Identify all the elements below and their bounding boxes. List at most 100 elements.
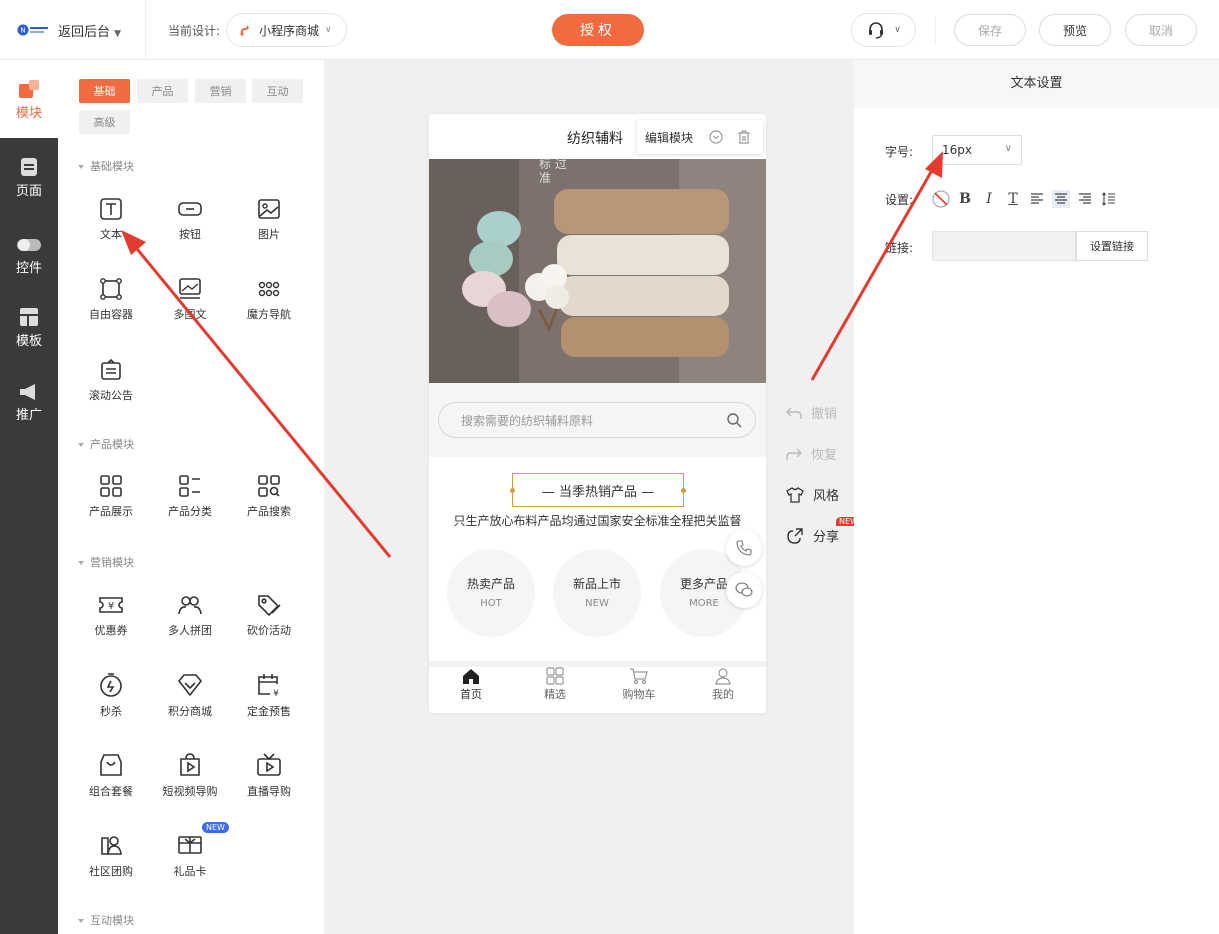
diamond-icon — [177, 674, 203, 697]
italic-button[interactable]: I — [980, 190, 998, 208]
edit-module-button[interactable]: 编辑模块 — [645, 129, 693, 146]
module-group-buy[interactable]: 多人拼团 — [150, 593, 230, 638]
font-size-value: 16px — [942, 143, 972, 157]
banner-image[interactable]: 标 过 准 — [429, 157, 766, 383]
circle-new[interactable]: 新品上市 NEW — [553, 549, 641, 637]
align-center-button[interactable] — [1052, 190, 1070, 208]
module-free-container[interactable]: 自由容器 — [71, 277, 151, 322]
nav-item-templates[interactable]: 模板 — [0, 306, 58, 349]
align-left-button[interactable] — [1028, 190, 1046, 208]
nav-label: 控件 — [15, 261, 42, 276]
nav-item-promotion[interactable]: 推广 — [0, 382, 58, 423]
phone-call-button[interactable] — [726, 530, 762, 566]
module-notice[interactable]: 滚动公告 — [71, 358, 151, 403]
module-short-video[interactable]: 短视频导购 — [150, 752, 230, 799]
tab-interactive[interactable]: 互动 — [252, 79, 303, 103]
mini-program-icon — [240, 25, 249, 36]
section-interactive[interactable]: 互动模块 — [78, 912, 134, 928]
module-gift-card[interactable]: 礼品卡 — [150, 832, 230, 879]
bold-button[interactable]: B — [956, 190, 974, 208]
module-seckill[interactable]: 秒杀 — [71, 672, 151, 719]
nav-item-modules[interactable]: 模块 — [0, 78, 58, 121]
brand-logo: N — [17, 24, 48, 36]
module-coupon[interactable]: ¥ 优惠券 — [71, 593, 151, 638]
module-label: 多人拼团 — [168, 624, 212, 637]
module-bargain[interactable]: 砍价活动 — [229, 593, 309, 638]
module-label: 魔方导航 — [247, 308, 291, 321]
phone-tab-home[interactable]: 首页 — [429, 667, 513, 702]
nav-item-pages[interactable]: 页面 — [0, 156, 58, 199]
section-marketing[interactable]: 营销模块 — [78, 554, 134, 570]
wechat-button[interactable] — [726, 572, 762, 608]
hot-products-subtitle[interactable]: 只生产放心布料产品均通过国家安全标准全程把关监督 — [429, 512, 766, 529]
section-basic[interactable]: 基础模块 — [78, 158, 134, 174]
left-nav: 模块 页面 控件 模板 推广 — [0, 60, 58, 934]
circle-hot[interactable]: 热卖产品 HOT — [447, 549, 535, 637]
module-community-group[interactable]: 社区团购 — [71, 832, 151, 879]
style-button[interactable]: 风格 — [786, 485, 839, 504]
module-product-show[interactable]: 产品展示 — [71, 474, 151, 519]
phone-preview[interactable]: 纺织辅料 标 过 准 搜索需要的纺织辅料原料 — 当季热销产品 — 只生产放心布… — [429, 114, 766, 713]
module-product-category[interactable]: 产品分类 — [150, 474, 230, 519]
module-magic-nav[interactable]: 魔方导航 — [229, 277, 309, 322]
align-right-button[interactable] — [1076, 190, 1094, 208]
group-people-icon — [178, 596, 202, 615]
module-combo[interactable]: 组合套餐 — [71, 752, 151, 799]
phone-tab-mine[interactable]: 我的 — [681, 667, 765, 702]
modules-icon — [19, 80, 39, 98]
section-product[interactable]: 产品模块 — [78, 436, 134, 452]
module-label: 短视频导购 — [162, 785, 218, 798]
share-label: 分享 — [813, 530, 840, 545]
chevron-circle-down-icon[interactable] — [709, 130, 723, 144]
nav-item-controls[interactable]: 控件 — [0, 235, 58, 276]
phone-tab-cart[interactable]: 购物车 — [597, 667, 681, 702]
tab-advanced[interactable]: 高级 — [79, 110, 130, 134]
tab-basic[interactable]: 基础 — [79, 79, 130, 103]
module-button[interactable]: 按钮 — [150, 197, 230, 242]
style-label: 风格 — [813, 489, 840, 504]
help-button[interactable]: ∨ — [851, 13, 916, 47]
trash-icon[interactable] — [737, 130, 751, 144]
save-button[interactable]: 保存 — [954, 14, 1026, 46]
module-label: 组合套餐 — [89, 785, 133, 798]
hot-title-text: — 当季热销产品 — — [541, 484, 655, 500]
cancel-button[interactable]: 取消 — [1125, 14, 1197, 46]
module-text[interactable]: 文本 — [71, 197, 151, 242]
module-multi-text[interactable]: 多图文 — [150, 277, 230, 322]
phone-tab-featured[interactable]: 精选 — [513, 667, 597, 702]
line-height-button[interactable] — [1100, 190, 1118, 208]
tab-marketing[interactable]: 营销 — [195, 79, 246, 103]
module-points-mall[interactable]: 积分商城 — [150, 672, 230, 719]
redo-button[interactable]: 恢复 — [786, 444, 837, 463]
design-selector[interactable]: 小程序商城 ∨ — [226, 13, 347, 47]
font-size-select[interactable]: 16px ∨ — [932, 135, 1022, 165]
set-link-button[interactable]: 设置链接 — [1076, 231, 1148, 261]
module-live[interactable]: 直播导购 — [229, 752, 309, 799]
back-to-admin-button[interactable]: 返回后台 ▼ — [58, 21, 121, 40]
tab-product[interactable]: 产品 — [137, 79, 188, 103]
undo-button[interactable]: 撤销 — [786, 403, 837, 422]
selection-handle — [681, 488, 686, 493]
module-product-search[interactable]: 产品搜索 — [229, 474, 309, 519]
user-icon — [715, 668, 731, 685]
search-input[interactable]: 搜索需要的纺织辅料原料 — [438, 402, 756, 438]
preview-button[interactable]: 预览 — [1039, 14, 1111, 46]
share-button[interactable]: 分享 — [786, 526, 839, 545]
megaphone-icon — [20, 384, 35, 400]
module-deposit-presale[interactable]: ¥ 定金预售 — [229, 672, 309, 719]
phone-title[interactable]: 纺织辅料 — [567, 128, 623, 148]
module-label: 直播导购 — [247, 785, 291, 798]
selection-handle — [510, 488, 515, 493]
module-image[interactable]: 图片 — [229, 197, 309, 242]
section-label: 产品模块 — [90, 438, 134, 451]
image-icon — [258, 199, 280, 219]
text-color-button[interactable] — [932, 190, 950, 208]
circle-main: 新品上市 — [572, 577, 621, 591]
authorize-button[interactable]: 授权 — [552, 14, 644, 46]
underline-button[interactable]: T — [1004, 190, 1022, 208]
link-input[interactable] — [932, 231, 1076, 261]
module-label: 砍价活动 — [247, 624, 291, 637]
button-icon — [178, 202, 202, 216]
circle-sub: NEW — [585, 598, 609, 609]
hot-products-title[interactable]: — 当季热销产品 — — [510, 473, 686, 507]
